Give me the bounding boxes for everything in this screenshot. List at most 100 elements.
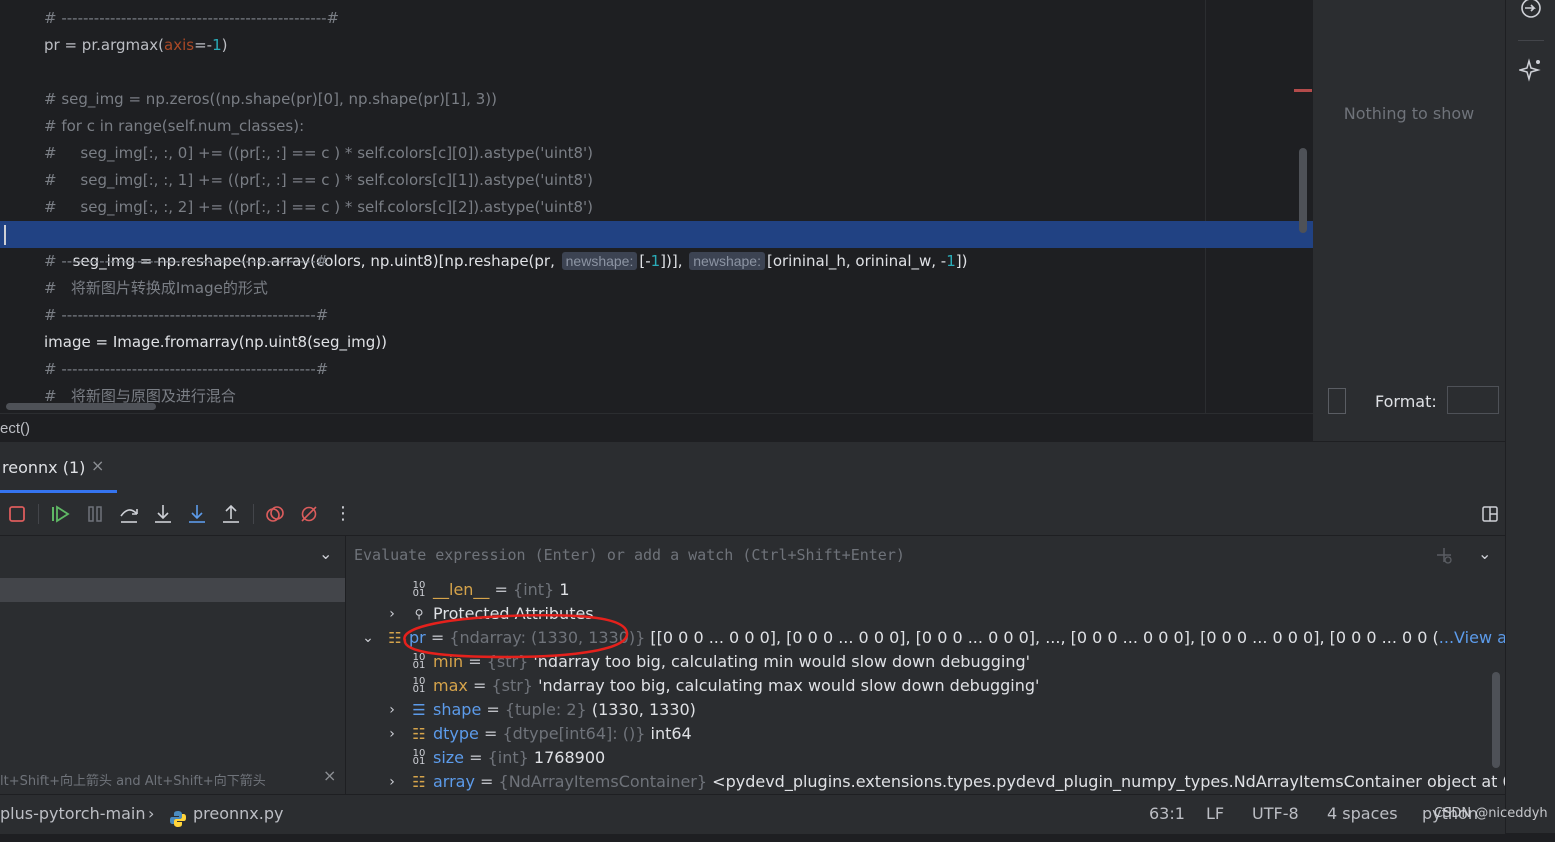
current-execution-line: seg_img = np.reshape(np.array(colors, np… — [0, 221, 1313, 270]
tuple-icon: ☰ — [412, 701, 426, 719]
variable-type: {NdArrayItemsContainer} — [498, 772, 708, 791]
code-line: pr = pr.argmax(axis=-1) — [0, 32, 1313, 59]
step-out-icon[interactable] — [219, 502, 243, 526]
variable-name: min — [433, 652, 464, 671]
close-icon[interactable]: × — [91, 456, 104, 475]
layout-icon[interactable] — [1478, 502, 1502, 526]
variable-value: <pydevd_plugins.extensions.types.pydevd_… — [712, 772, 1505, 791]
line-separator[interactable]: LF — [1206, 795, 1224, 833]
breadcrumb-file[interactable]: preonnx.py — [193, 795, 283, 833]
number-icon: 10 01 — [412, 748, 426, 767]
code-editor[interactable]: # --------------------------------------… — [0, 0, 1313, 413]
stop-icon[interactable] — [5, 502, 29, 526]
chevron-down-icon[interactable]: ⌄ — [360, 626, 376, 650]
status-bar: plus-pytorch-main › preonnx.py 63:1 LF U… — [0, 794, 1505, 834]
variable-type: {str} — [491, 676, 533, 695]
variable-name: shape — [433, 700, 482, 719]
array-icon: ☷ — [388, 629, 402, 647]
variable-value: [[0 0 0 ... 0 0 0], [0 0 0 ... 0 0 0], [… — [650, 628, 1439, 647]
file-encoding[interactable]: UTF-8 — [1252, 795, 1299, 833]
code-text: ) — [221, 36, 228, 54]
step-over-icon[interactable] — [117, 502, 141, 526]
variables-tree[interactable]: 10 01 __len__ = {int} 1 › ⚲ Protected Att… — [346, 574, 1505, 794]
ai-assistant-icon[interactable] — [1517, 58, 1543, 82]
resume-icon[interactable] — [48, 502, 72, 526]
code-text: =- — [194, 36, 213, 54]
variable-row[interactable]: 10 01 max = {str} 'ndarray too big, calcu… — [346, 674, 1505, 698]
number-icon: 10 01 — [412, 580, 426, 599]
code-text: # seg_img[:, :, 1] += ((pr[:, :] == c ) … — [44, 171, 594, 189]
variable-row[interactable]: › ⚲ Protected Attributes — [346, 602, 1505, 626]
variable-value: 'ndarray too big, calculating max would … — [538, 676, 1040, 695]
variable-type: {int} — [513, 580, 555, 599]
step-into-icon[interactable] — [151, 502, 175, 526]
empty-state-text: Nothing to show — [1343, 104, 1475, 123]
mute-breakpoints-icon[interactable] — [297, 502, 321, 526]
variable-row[interactable]: 10 01 __len__ = {int} 1 — [346, 578, 1505, 602]
editor-vertical-scrollbar[interactable] — [1299, 148, 1307, 233]
number-icon: 10 01 — [412, 652, 426, 671]
step-into-my-code-icon[interactable] — [185, 502, 209, 526]
code-text: # --------------------------------------… — [44, 252, 329, 270]
evaluate-expression-bar: ⌄ — [346, 535, 1505, 575]
variable-name: max — [433, 676, 468, 695]
view-breakpoints-icon[interactable] — [263, 502, 287, 526]
code-line: # --------------------------------------… — [0, 356, 1313, 383]
variable-row[interactable]: › ☰ shape = {tuple: 2} (1330, 1330) — [346, 698, 1505, 722]
code-text: # --------------------------------------… — [44, 360, 329, 378]
format-checkbox[interactable] — [1328, 388, 1346, 414]
format-input[interactable] — [1447, 386, 1499, 414]
tab-debug-session[interactable]: reonnx (1) — [2, 458, 85, 477]
variable-name: size — [433, 748, 465, 767]
chevron-right-icon[interactable]: › — [384, 770, 400, 794]
project-breadcrumb[interactable]: plus-pytorch-main — [0, 795, 145, 833]
chevron-down-icon[interactable]: ⌄ — [1478, 544, 1491, 563]
variable-row[interactable]: › ☷ array = {NdArrayItemsContainer} <pyd… — [346, 770, 1505, 794]
variable-row[interactable]: 10 01 size = {int} 1768900 — [346, 746, 1505, 770]
code-line: image = Image.fromarray(np.uint8(seg_img… — [0, 329, 1313, 356]
code-line: # seg_img[:, :, 2] += ((pr[:, :] == c ) … — [0, 194, 1313, 221]
evaluate-expression-input[interactable] — [354, 536, 1414, 574]
breadcrumb-separator: › — [148, 804, 155, 823]
code-line: # seg_img[:, :, 0] += ((pr[:, :] == c ) … — [0, 140, 1313, 167]
pause-icon[interactable] — [83, 502, 107, 526]
code-line: # 将新图片转换成Image的形式 — [0, 275, 1313, 302]
variable-name: pr — [409, 628, 426, 647]
editor-breadcrumb[interactable]: ect() — [0, 413, 1313, 442]
chevron-right-icon[interactable]: › — [384, 602, 400, 626]
code-text: # --------------------------------------… — [44, 306, 329, 324]
error-stripe-marker[interactable] — [1294, 89, 1312, 92]
breadcrumb-item[interactable]: ect() — [0, 420, 30, 437]
editor-horizontal-scrollbar[interactable] — [6, 403, 156, 410]
code-line: # seg_img = np.zeros((np.shape(pr)[0], n… — [0, 86, 1313, 113]
variable-name: array — [433, 772, 475, 791]
close-icon[interactable]: × — [323, 766, 336, 785]
variable-row[interactable]: 10 01 min = {str} 'ndarray too big, calcu… — [346, 650, 1505, 674]
variable-row[interactable]: ⌄ ☷ pr = {ndarray: (1330, 1330)} [[0 0 0… — [346, 626, 1505, 650]
add-watch-icon[interactable] — [1434, 545, 1454, 570]
view-as-array-link[interactable]: ...View as Array — [1439, 628, 1505, 647]
variable-name: dtype — [433, 724, 479, 743]
variables-scrollbar[interactable] — [1492, 672, 1500, 768]
code-text: # 将新图片转换成Image的形式 — [44, 279, 268, 297]
variable-row[interactable]: › ☷ dtype = {dtype[int64]: ()} int64 — [346, 722, 1505, 746]
variable-value: 'ndarray too big, calculating min would … — [533, 652, 1031, 671]
variable-type: {int} — [487, 748, 529, 767]
variable-value: 1 — [559, 580, 570, 599]
watermark: CSDN @niceddyh — [1434, 806, 1548, 821]
sync-icon[interactable] — [1519, 0, 1543, 20]
chevron-right-icon[interactable]: › — [384, 722, 400, 746]
frames-thread-selector[interactable]: ⌄ — [0, 535, 345, 575]
chevron-down-icon[interactable]: ⌄ — [319, 544, 332, 563]
more-icon[interactable]: ⋮ — [331, 502, 355, 526]
variable-value: int64 — [650, 724, 692, 743]
caret-position[interactable]: 63:1 — [1149, 795, 1185, 833]
frames-list[interactable]: lt+Shift+向上箭头 and Alt+Shift+向下箭头 × — [0, 574, 346, 794]
code-text: # --------------------------------------… — [44, 9, 340, 27]
chevron-right-icon[interactable]: › — [384, 698, 400, 722]
variable-value: (1330, 1330) — [591, 700, 696, 719]
code-line: # --------------------------------------… — [0, 5, 1313, 32]
indent-setting[interactable]: 4 spaces — [1327, 795, 1398, 833]
selected-frame-row[interactable] — [0, 578, 345, 602]
variable-type: {str} — [486, 652, 529, 671]
